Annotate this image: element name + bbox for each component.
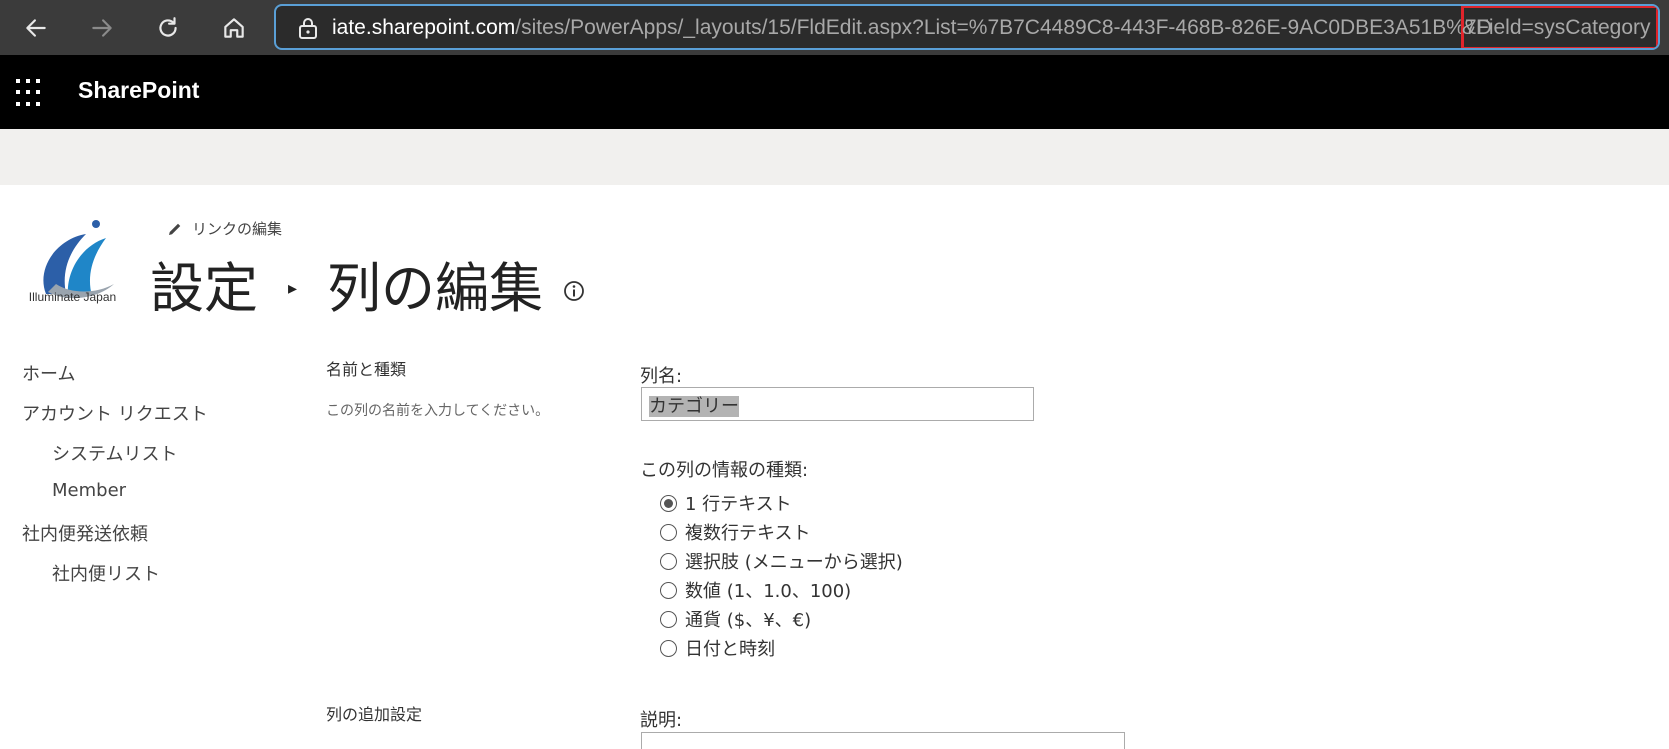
type-option-label: 選択肢 (メニューから選択): [685, 552, 903, 573]
type-option-label: 日付と時刻: [685, 639, 775, 660]
back-arrow-icon: [26, 19, 46, 37]
address-bar[interactable]: iate.sharepoint.com/sites/PowerApps/_lay…: [274, 4, 1660, 50]
section-title-name-type: 名前と種類: [326, 360, 407, 379]
column-name-value: カテゴリー: [649, 396, 739, 417]
radio-icon[interactable]: [660, 581, 677, 599]
radio-icon[interactable]: [660, 552, 677, 570]
type-option-choice[interactable]: 選択肢 (メニューから選択): [660, 548, 903, 574]
nav-item-system-list[interactable]: システムリスト: [52, 440, 177, 466]
description-label: 説明:: [640, 710, 683, 731]
radio-icon[interactable]: [660, 639, 677, 657]
url-field-param: &Field=sysCategory: [1462, 16, 1651, 39]
browser-toolbar: iate.sharepoint.com/sites/PowerApps/_lay…: [0, 0, 1669, 55]
nav-item-home[interactable]: ホーム: [22, 360, 75, 386]
breadcrumb-settings[interactable]: 設定: [150, 244, 258, 323]
page-title: 設定 ▸ 列の編集: [150, 244, 585, 323]
description-input[interactable]: [641, 732, 1125, 749]
breadcrumb-current: 列の編集: [327, 257, 544, 320]
url-host: iate.sharepoint.com: [332, 16, 516, 39]
edit-links-link[interactable]: リンクの編集: [166, 218, 282, 239]
forward-button[interactable]: [82, 8, 122, 48]
refresh-icon: [159, 17, 177, 37]
home-icon: [224, 18, 244, 38]
type-option-currency[interactable]: 通貨 ($、¥、€): [660, 606, 811, 632]
command-bar: [0, 129, 1669, 185]
nav-item-member[interactable]: Member: [52, 480, 126, 501]
forward-arrow-icon: [92, 19, 112, 37]
url-path: /sites/PowerApps/_layouts/15/FldEdit.asp…: [515, 16, 1492, 39]
radio-icon[interactable]: [660, 523, 677, 541]
type-label: この列の情報の種類:: [640, 460, 809, 481]
type-option-label: 1 行テキスト: [685, 494, 792, 515]
nav-item-mail-list[interactable]: 社内便リスト: [52, 560, 160, 586]
suite-title[interactable]: SharePoint: [78, 77, 199, 104]
type-option-multi-line[interactable]: 複数行テキスト: [660, 519, 810, 545]
info-icon[interactable]: [563, 280, 585, 302]
type-option-datetime[interactable]: 日付と時刻: [660, 635, 775, 661]
nav-item-account-request[interactable]: アカウント リクエスト: [22, 400, 208, 426]
type-option-number[interactable]: 数値 (1、1.0、100): [660, 577, 851, 603]
edit-links-label: リンクの編集: [192, 220, 283, 238]
type-option-label: 複数行テキスト: [685, 523, 811, 544]
back-button[interactable]: [16, 8, 56, 48]
nav-item-mail-request[interactable]: 社内便発送依頼: [22, 520, 148, 546]
refresh-button[interactable]: [148, 8, 188, 48]
type-option-label: 通貨 ($、¥、€): [685, 610, 812, 631]
column-name-label: 列名:: [640, 366, 683, 387]
radio-icon[interactable]: [660, 610, 677, 628]
pencil-icon: [169, 223, 181, 235]
column-name-input[interactable]: カテゴリー: [641, 387, 1034, 421]
section-title-additional: 列の追加設定: [326, 705, 423, 724]
lock-icon: [299, 18, 317, 39]
app-launcher-icon[interactable]: [16, 79, 44, 107]
type-option-label: 数値 (1、1.0、100): [685, 581, 852, 602]
breadcrumb-separator-icon: ▸: [288, 278, 298, 299]
home-button[interactable]: [214, 8, 254, 48]
radio-checked-icon[interactable]: [660, 494, 677, 512]
suite-bar: SharePoint: [0, 55, 1669, 129]
type-option-single-line[interactable]: 1 行テキスト: [660, 490, 792, 516]
section-desc-name-type: この列の名前を入力してください。: [326, 403, 550, 419]
logo-text: Illuminate Japan: [28, 290, 117, 304]
url-text[interactable]: iate.sharepoint.com/sites/PowerApps/_lay…: [332, 16, 1492, 40]
